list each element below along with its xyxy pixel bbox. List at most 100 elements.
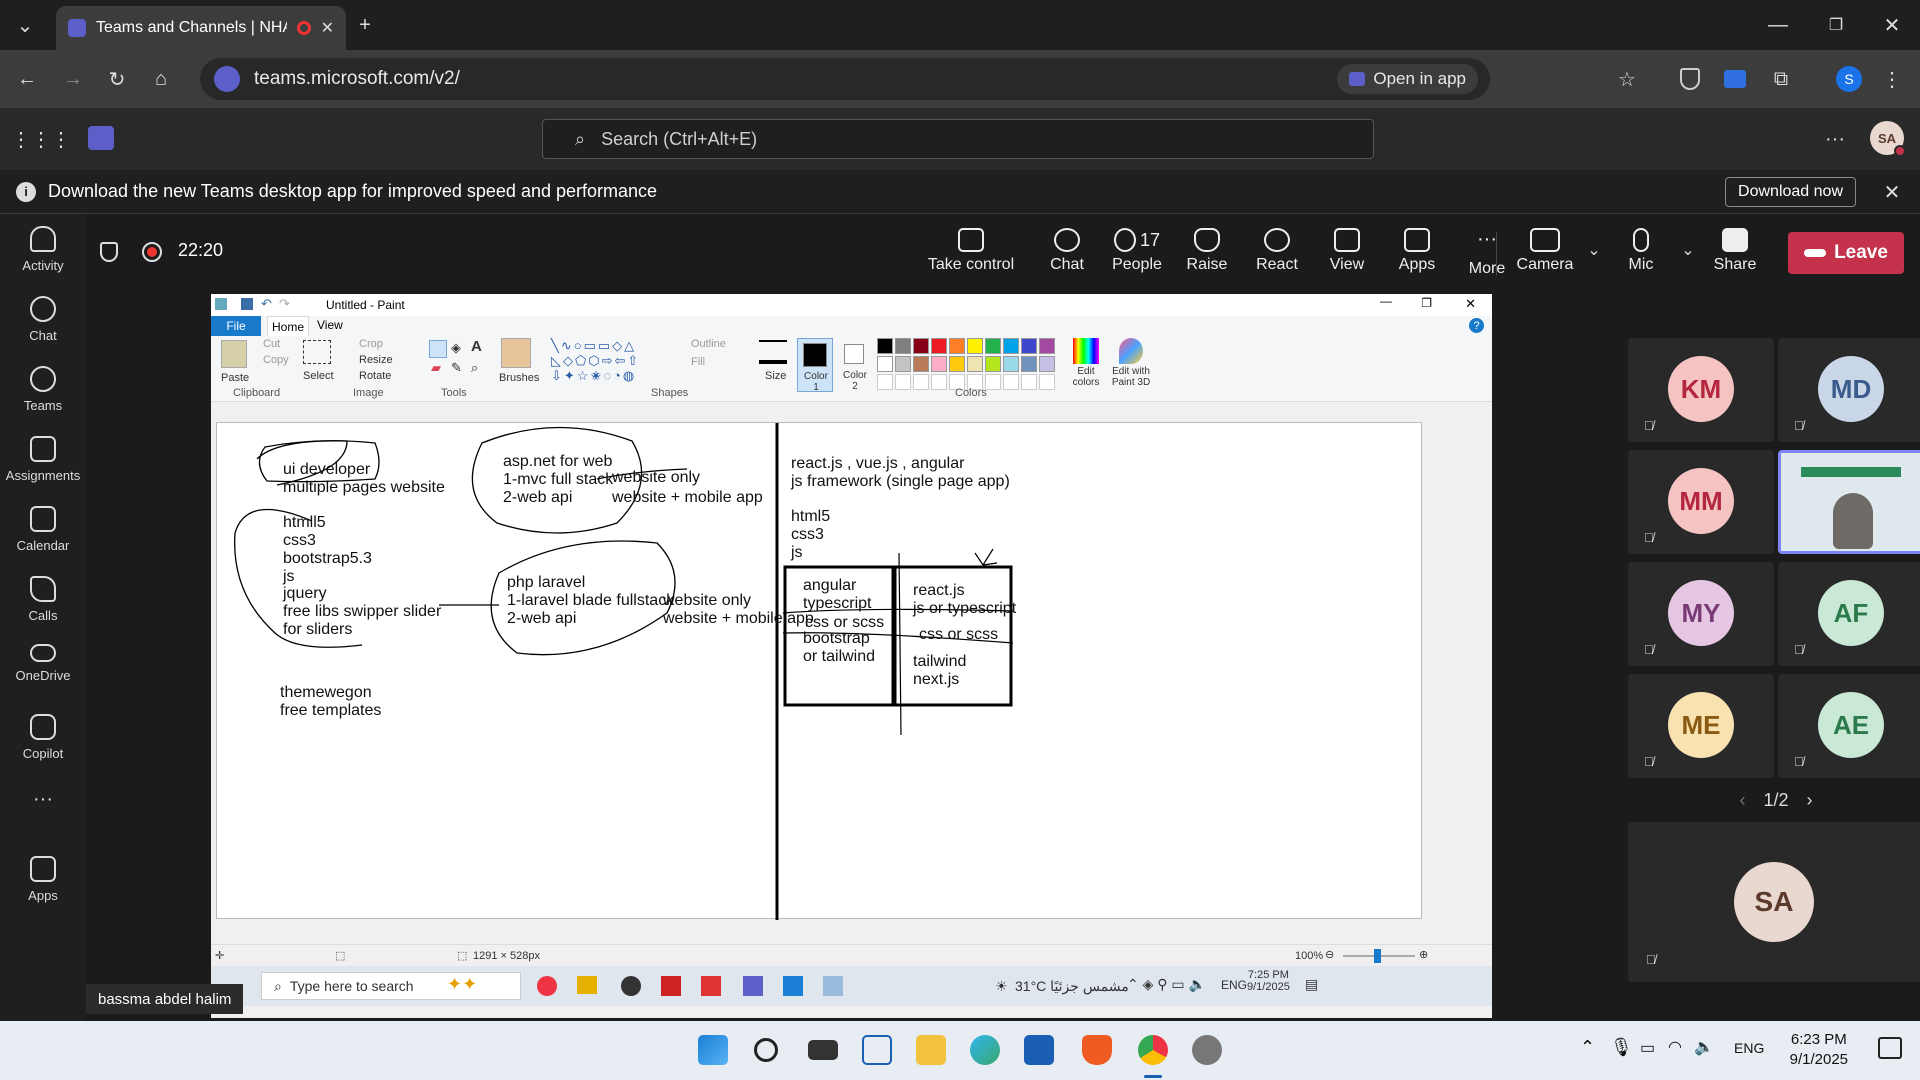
palette-swatch[interactable] [931,356,947,372]
extension-icon[interactable] [1724,70,1746,88]
rail-item-copilot[interactable]: Copilot [0,714,86,761]
participant-tile[interactable]: AE 🎙̸ [1778,674,1920,778]
select-icon[interactable] [303,340,331,364]
palette-empty-swatch[interactable] [985,374,1001,390]
edge-icon[interactable] [970,1035,1000,1065]
eraser-icon[interactable]: ▰ [431,360,441,376]
palette-swatch[interactable] [1003,356,1019,372]
zoom-slider[interactable] [1343,949,1415,963]
paint3d-icon[interactable] [1119,338,1143,364]
palette-swatch[interactable] [1003,338,1019,354]
system-clock[interactable]: 6:23 PM 9/1/2025 [1790,1030,1848,1070]
palette-swatch[interactable] [895,338,911,354]
color1-button[interactable]: Color 1 [797,338,833,393]
palette-empty-swatch[interactable] [931,374,947,390]
search-input[interactable]: ⌕ Search (Ctrl+Alt+E) [542,119,1374,159]
prev-page-icon[interactable]: ‹ [1739,790,1745,811]
redo-icon[interactable]: ↷ [279,296,290,312]
app-icon[interactable] [701,976,721,996]
raise-hand-button[interactable]: Raise [1172,228,1242,274]
download-now-button[interactable]: Download now [1725,177,1856,207]
battery-icon[interactable]: ▭ [1640,1038,1655,1058]
view-button[interactable]: View [1312,228,1382,274]
palette-swatch[interactable] [985,338,1001,354]
participant-tile[interactable]: MY 🎙̸ [1628,562,1774,666]
teams-icon[interactable] [743,976,763,996]
palette-swatch[interactable] [931,338,947,354]
crop-button[interactable]: Crop [359,338,383,350]
restore-icon[interactable]: ❐ [1818,10,1854,40]
palette-swatch[interactable] [967,338,983,354]
camera-options-chevron-icon[interactable]: ⌄ [1584,240,1604,260]
widgets-icon[interactable] [862,1035,892,1065]
site-info-icon[interactable] [214,66,240,92]
next-page-icon[interactable]: › [1807,790,1813,811]
new-tab-icon[interactable]: + [352,12,378,38]
app-launcher-icon[interactable]: ⋮⋮⋮ [11,126,71,152]
palette-swatch[interactable] [877,338,893,354]
rail-item-calls[interactable]: Calls [0,576,86,623]
back-icon[interactable]: ← [12,64,42,94]
cut-button[interactable]: Cut [263,338,280,350]
paint-taskbar-icon[interactable] [823,976,843,996]
bookmark-star-icon[interactable]: ☆ [1612,64,1642,94]
participant-tile[interactable]: KM 🎙̸ [1628,338,1774,442]
palette-swatch[interactable] [913,338,929,354]
outline-button[interactable]: Outline [691,338,726,350]
people-button[interactable]: 17 People [1102,228,1172,274]
chrome-icon[interactable] [537,976,557,996]
paint-close-icon[interactable]: ✕ [1465,296,1476,312]
palette-swatch[interactable] [949,356,965,372]
search-icon[interactable] [754,1038,778,1062]
fill-button[interactable]: Fill [691,356,705,368]
file-explorer-icon[interactable] [916,1035,946,1065]
palette-swatch[interactable] [913,356,929,372]
select-label[interactable]: Select [303,370,334,382]
palette-empty-swatch[interactable] [913,374,929,390]
rail-item-chat[interactable]: Chat [0,296,86,343]
rotate-button[interactable]: Rotate [359,370,391,382]
participant-tile[interactable]: MD 🎙̸ [1778,338,1920,442]
participant-video-tile[interactable] [1778,450,1920,554]
reload-icon[interactable]: ↻ [102,64,132,94]
task-view-icon[interactable] [808,1040,838,1060]
palette-empty-swatch[interactable] [877,374,893,390]
tab-home[interactable]: Home [267,316,309,336]
settings-gear-icon[interactable] [1192,1035,1222,1065]
rail-item-apps[interactable]: Apps [0,856,86,903]
participant-tile[interactable]: ME 🎙̸ [1628,674,1774,778]
user-avatar[interactable]: SA [1870,121,1906,157]
start-icon[interactable] [698,1035,728,1065]
help-icon[interactable]: ? [1469,318,1484,333]
apps-button[interactable]: Apps [1382,228,1452,274]
edit-colors-label[interactable]: Edit colors [1067,366,1105,388]
magnifier-icon[interactable]: ⌕ [471,360,478,376]
store-icon[interactable] [1024,1035,1054,1065]
leave-button[interactable]: Leave [1788,232,1904,274]
share-button[interactable]: Share [1700,228,1770,274]
palette-swatch[interactable] [1039,356,1055,372]
more-apps-icon[interactable]: ··· [0,788,86,811]
color-palette[interactable] [877,338,1063,394]
palette-swatch[interactable] [1021,338,1037,354]
minimize-icon[interactable]: — [1760,10,1796,40]
banner-close-icon[interactable]: ✕ [1878,178,1906,206]
color2-button[interactable]: Color 2 [837,338,873,392]
tray-overflow-icon[interactable]: ⌃ [1580,1037,1595,1058]
volume-icon[interactable]: 🔈 [1694,1037,1714,1057]
pencil-icon[interactable] [429,340,447,358]
palette-swatch[interactable] [949,338,965,354]
zoom-slider-thumb[interactable] [1374,949,1381,963]
rail-item-teams[interactable]: Teams [0,366,86,413]
take-control-button[interactable]: Take control [916,228,1026,274]
github-icon[interactable] [621,976,641,996]
rail-item-onedrive[interactable]: OneDrive [0,644,86,683]
fill-bucket-icon[interactable]: ◈ [451,340,461,356]
zoom-in-icon[interactable]: ⊕ [1419,948,1428,961]
remote-lang[interactable]: ENG [1221,978,1247,992]
paint-maximize-icon[interactable]: ❐ [1421,296,1432,310]
wifi-icon[interactable]: ◠ [1668,1037,1682,1057]
input-language[interactable]: ENG [1734,1040,1764,1056]
paste-icon[interactable] [221,340,247,368]
edit-paint3d-label[interactable]: Edit with Paint 3D [1105,366,1157,388]
